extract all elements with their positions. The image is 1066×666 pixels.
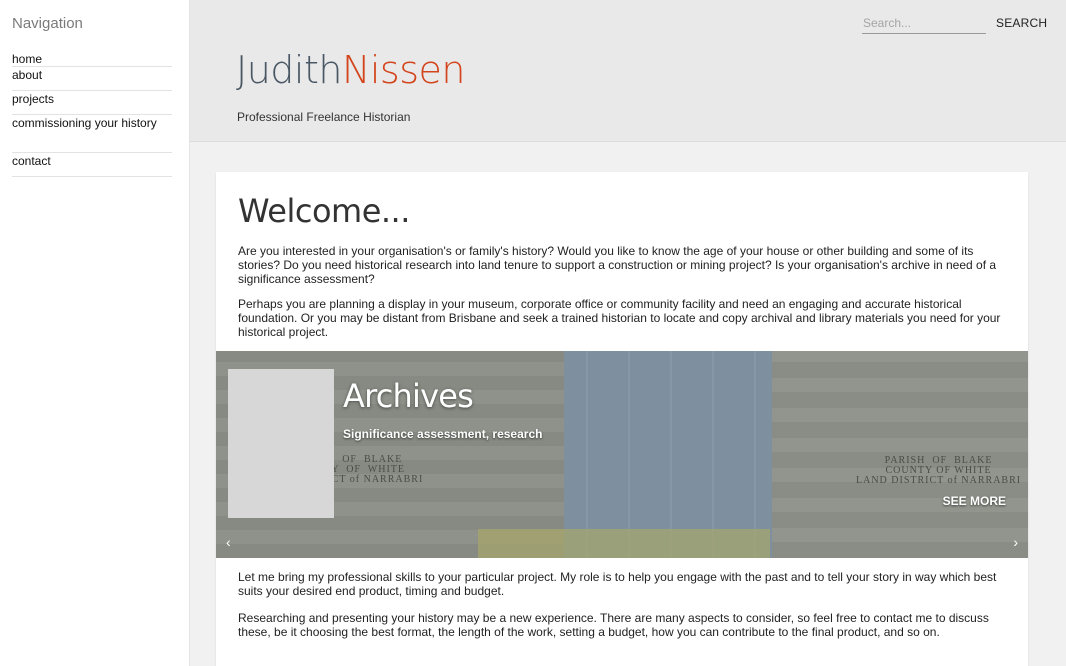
image-slider[interactable]: H OF BLAKE TY OF WHITE STRICT of NARRABR… — [216, 351, 1028, 558]
nav-list: home about projects commissioning your h… — [12, 50, 172, 177]
logo-last-name: Nissen — [341, 48, 466, 92]
body-paragraph-1: Let me bring my professional skills to y… — [238, 570, 997, 598]
slide-title: Archives — [343, 377, 474, 415]
body-paragraph-2: Researching and presenting your history … — [238, 611, 989, 639]
archive-ledger-image — [564, 351, 772, 558]
header: SEARCH JudithNissen Professional Freelan… — [190, 0, 1066, 142]
nav-item-contact[interactable]: contact — [12, 153, 172, 177]
intro-paragraph-2: Perhaps you are planning a display in yo… — [238, 297, 1001, 339]
search-button[interactable]: SEARCH — [996, 16, 1047, 30]
sidebar: Navigation home about projects commissio… — [0, 0, 190, 666]
nav-item-projects[interactable]: projects — [12, 91, 172, 115]
tagline: Professional Freelance Historian — [237, 110, 411, 124]
search-input[interactable] — [862, 14, 986, 34]
see-more-link[interactable]: SEE MORE — [943, 494, 1006, 508]
site-logo[interactable]: JudithNissen — [236, 48, 466, 92]
map-stamp-right: PARISH OF BLAKE COUNTY OF WHITE LAND DIS… — [856, 455, 1022, 486]
slide-thumbnail — [228, 369, 334, 518]
slider-next-icon[interactable]: › — [1013, 534, 1018, 550]
nav-item-commissioning[interactable]: commissioning your history — [12, 115, 172, 153]
intro-paragraph-1: Are you interested in your organisation'… — [238, 244, 997, 286]
nav-title: Navigation — [12, 15, 83, 32]
slider-prev-icon[interactable]: ‹ — [226, 534, 231, 550]
logo-first-name: Judith — [236, 48, 342, 92]
archive-highlight-overlay — [478, 529, 770, 558]
nav-item-home[interactable]: home — [12, 50, 172, 67]
slide-subtitle: Significance assessment, research — [343, 427, 543, 441]
main-content: Welcome... Are you interested in your or… — [216, 172, 1028, 666]
nav-item-about[interactable]: about — [12, 67, 172, 91]
page-title: Welcome... — [238, 192, 410, 230]
